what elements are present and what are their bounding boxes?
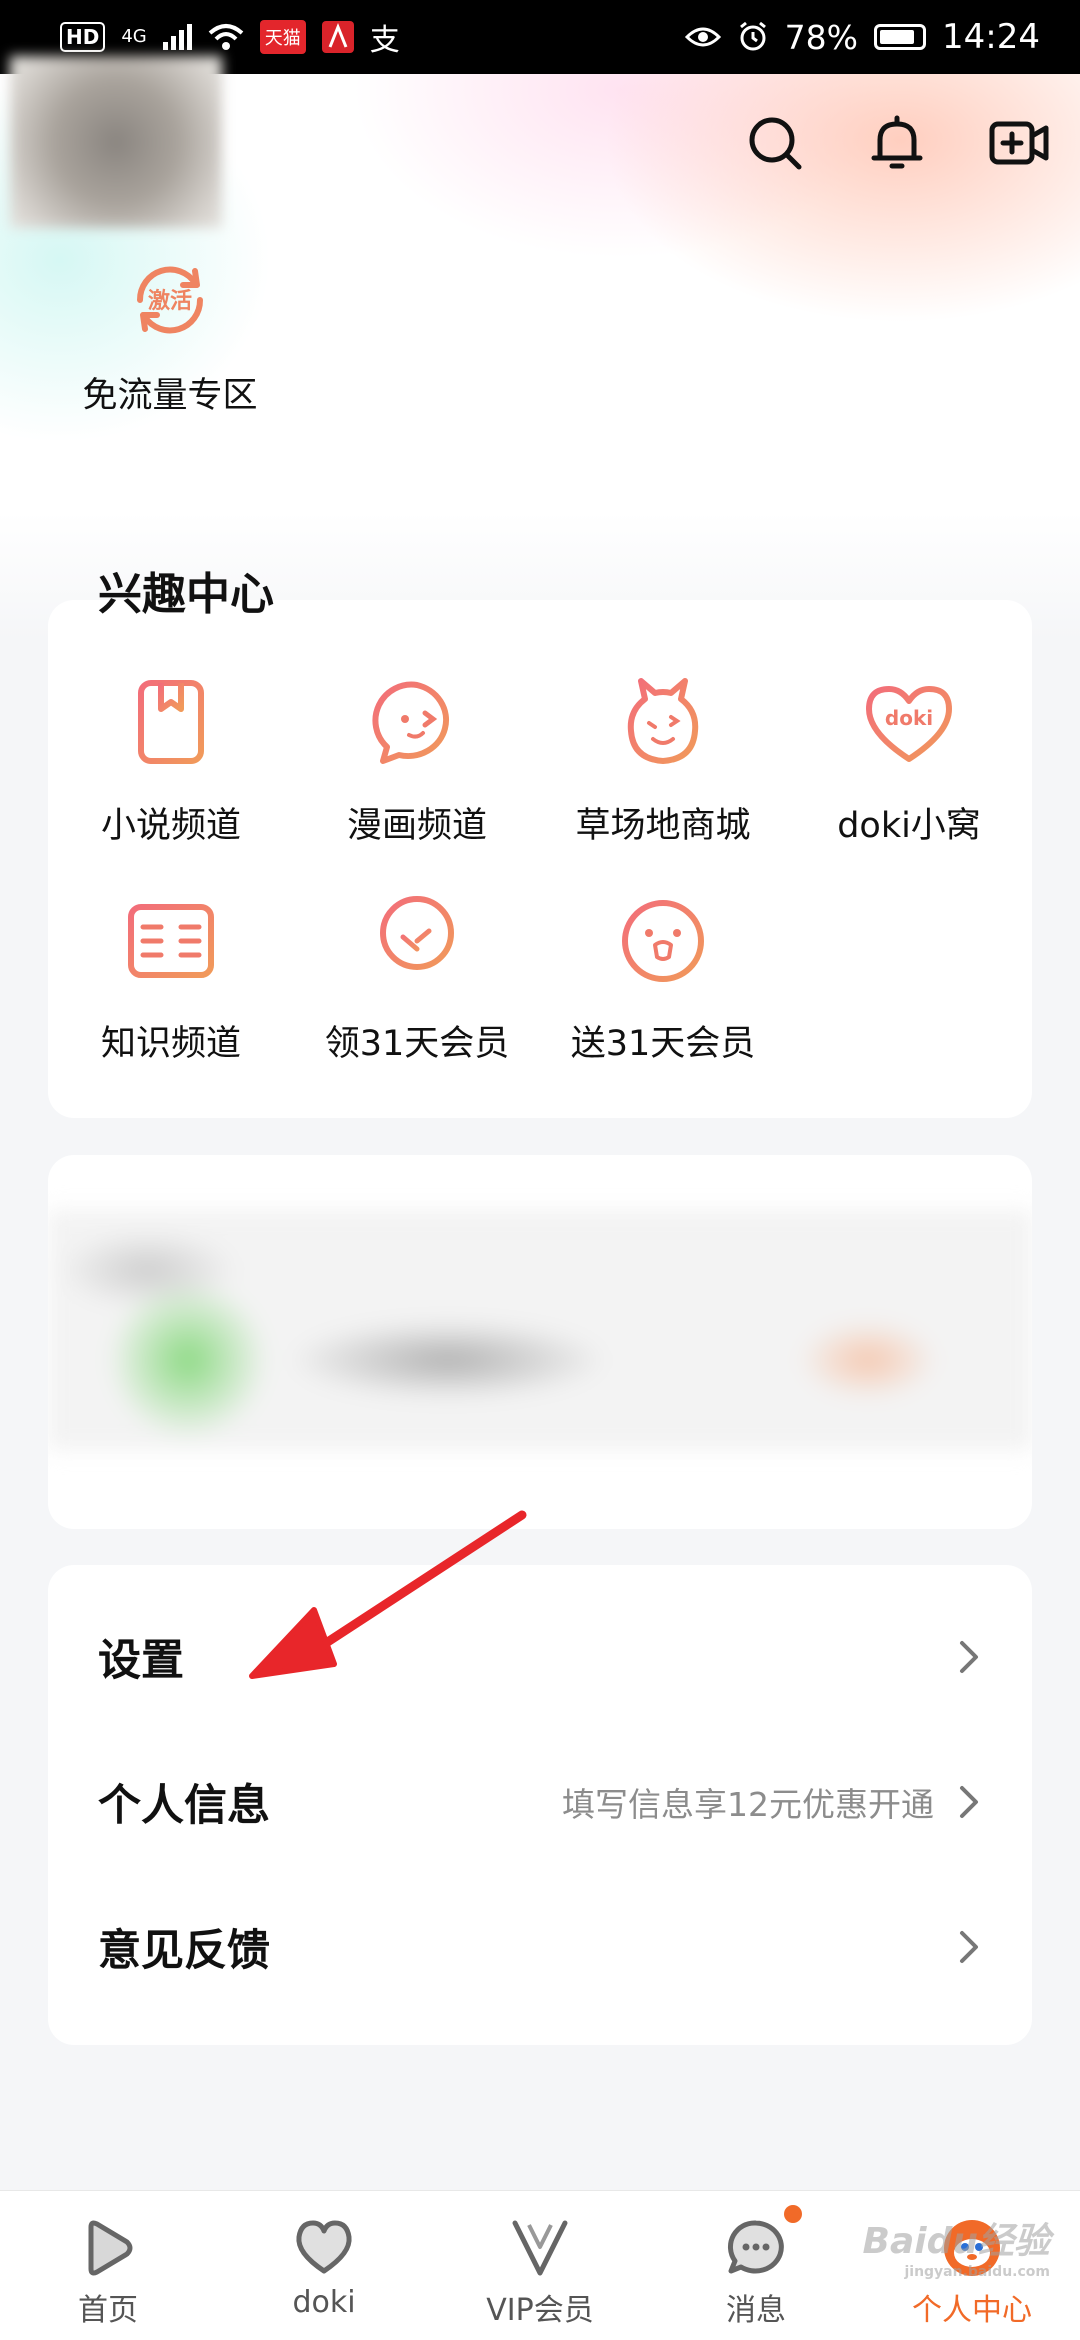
- grid-item-label: doki小窝: [837, 806, 981, 846]
- heart-icon: [296, 2220, 352, 2274]
- book-icon: [138, 680, 204, 764]
- clock: 14:24: [942, 17, 1040, 57]
- tmall-app-icon: 天猫: [259, 20, 306, 54]
- grid-item-label: 知识频道: [100, 1024, 241, 1064]
- watermark-sub: jingyan.baidu.com: [904, 2264, 1050, 2280]
- wifi-icon: [208, 24, 244, 50]
- tab-label: 首页: [78, 2293, 138, 2328]
- menu-item-settings[interactable]: 设置: [48, 1585, 1032, 1729]
- blurred-content: [48, 1210, 1032, 1450]
- tab-home[interactable]: 首页: [0, 2191, 216, 2340]
- interest-center-title: 兴趣中心: [98, 569, 274, 620]
- open-book-icon: [128, 904, 214, 978]
- tab-doki[interactable]: doki: [216, 2191, 432, 2340]
- eye-icon: [684, 27, 721, 47]
- pdf-app-icon: [321, 21, 354, 53]
- alpaca-icon: [627, 678, 699, 764]
- video-add-icon[interactable]: [988, 112, 1050, 174]
- unread-dot: [784, 2205, 802, 2223]
- activate-badge-icon: 激活: [136, 266, 204, 334]
- header-actions: [744, 112, 1050, 174]
- grid-item-novel[interactable]: 小说频道: [48, 675, 294, 848]
- grid-item-knowledge[interactable]: 知识频道: [48, 893, 294, 1066]
- baidu-watermark: Baidu经验 jingyan.baidu.com: [863, 2212, 1050, 2280]
- grid-item-mall[interactable]: 草场地商城: [540, 675, 786, 848]
- menu-card: 设置 个人信息 填写信息享12元优惠开通 意见反馈: [48, 1565, 1032, 2045]
- tab-messages[interactable]: 消息: [648, 2191, 864, 2340]
- activate-badge-text: 激活: [148, 288, 192, 314]
- grid-item-claim-vip[interactable]: 领31天会员: [294, 893, 540, 1066]
- battery-icon: [874, 24, 927, 50]
- grid-item-label: 领31天会员: [324, 1024, 510, 1064]
- grid-item-comic[interactable]: 漫画频道: [294, 675, 540, 848]
- tab-label: doki: [292, 2285, 356, 2320]
- menu-item-label: 个人信息: [98, 1781, 270, 1831]
- avatar[interactable]: [10, 56, 222, 228]
- bottom-tab-bar: 首页 doki VIP会员 消息 个人中心 Baidu经验 jingyan.ba…: [0, 2190, 1080, 2340]
- chevron-right-icon: [960, 1641, 978, 1673]
- menu-item-hint: 填写信息享12元优惠开通: [562, 1785, 934, 1824]
- face-icon: [622, 900, 704, 982]
- grid-item-doki[interactable]: doki doki小窝: [786, 675, 1032, 848]
- tree-icon: [380, 896, 454, 990]
- menu-item-personal-info[interactable]: 个人信息 填写信息享12元优惠开通: [48, 1730, 1032, 1874]
- doki-heart-icon: doki: [866, 686, 952, 762]
- comic-face-icon: [372, 681, 450, 764]
- tab-label: VIP会员: [486, 2293, 594, 2328]
- watermark-text: Baidu经验: [862, 2221, 1050, 2262]
- grid-item-label: 漫画频道: [346, 806, 487, 846]
- tab-label: 消息: [726, 2293, 786, 2328]
- network-type: 4G: [121, 26, 147, 47]
- menu-item-feedback[interactable]: 意见反馈: [48, 1875, 1032, 2019]
- doki-icon-text: doki: [885, 706, 933, 730]
- grid-item-label: 小说频道: [100, 806, 241, 846]
- grid-item-label: 草场地商城: [575, 806, 751, 846]
- vip-v-icon: [512, 2220, 568, 2276]
- search-icon[interactable]: [744, 112, 806, 174]
- tab-vip[interactable]: VIP会员: [432, 2191, 648, 2340]
- play-icon: [88, 2220, 133, 2276]
- bell-icon[interactable]: [866, 112, 928, 174]
- tab-label: 个人中心: [912, 2293, 1032, 2328]
- alipay-icon: 支: [369, 23, 400, 58]
- free-data-zone-label: 免流量专区: [82, 376, 258, 416]
- chevron-right-icon: [960, 1786, 978, 1818]
- battery-percent: 78%: [784, 17, 859, 57]
- free-data-zone-entry[interactable]: 激活 免流量专区: [80, 255, 260, 418]
- blurred-content-card: [48, 1155, 1032, 1529]
- grid-item-label: 送31天会员: [570, 1024, 756, 1064]
- signal-icon: [162, 24, 192, 50]
- grid-item-gift-vip[interactable]: 送31天会员: [540, 893, 786, 1066]
- message-icon: [727, 2220, 784, 2274]
- menu-item-label: 设置: [98, 1636, 184, 1686]
- chevron-right-icon: [960, 1931, 978, 1963]
- hd-indicator: HD: [60, 22, 106, 52]
- menu-item-label: 意见反馈: [98, 1926, 270, 1976]
- alarm-icon: [739, 21, 766, 51]
